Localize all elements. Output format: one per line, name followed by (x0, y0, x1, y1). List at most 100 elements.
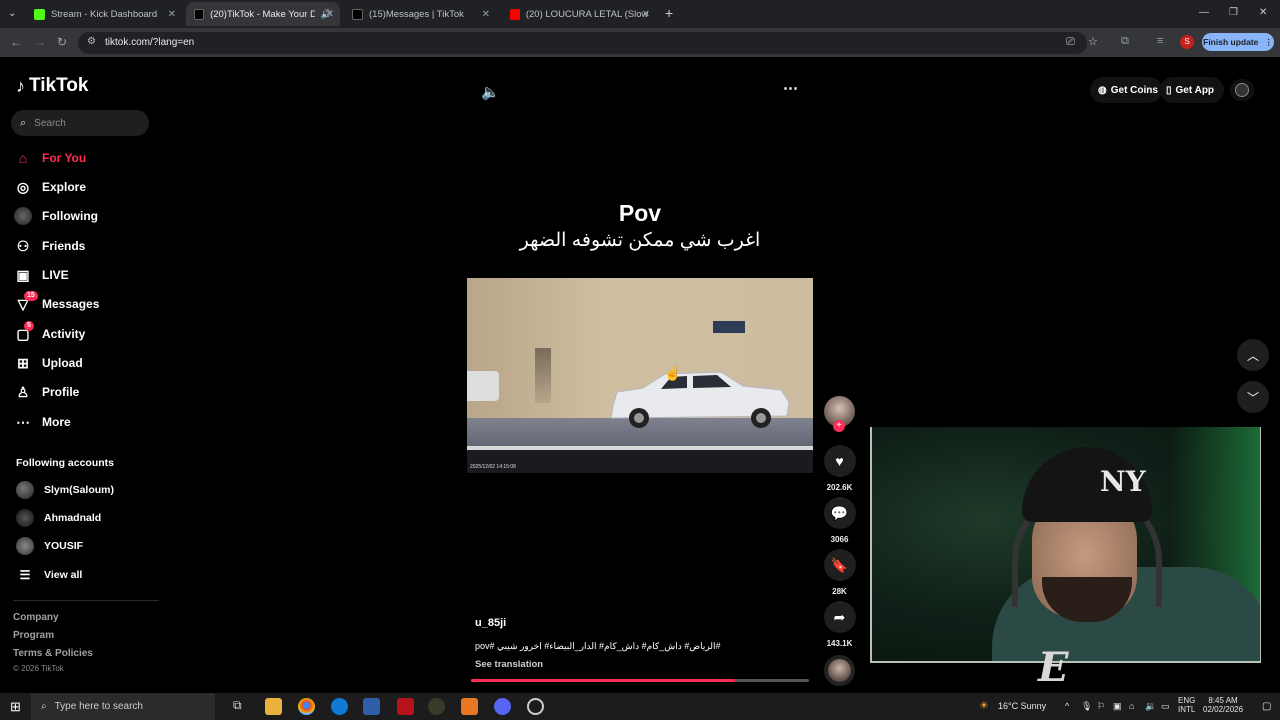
weather-text[interactable]: 16°C Sunny (998, 701, 1046, 711)
get-app-button[interactable]: ▯ Get App (1160, 77, 1224, 103)
app-icon[interactable] (397, 698, 414, 715)
avatar (16, 509, 34, 527)
task-view-icon[interactable]: ⧉ (233, 698, 250, 715)
more-options-icon[interactable]: ⋯ (783, 79, 798, 97)
avatar (1235, 83, 1249, 97)
taskbar-search-input[interactable]: ⌕ Type here to search (31, 693, 215, 720)
save-button[interactable]: 🔖 28K (823, 549, 856, 596)
volume-icon[interactable]: 🔉 (1145, 701, 1156, 712)
tab-media-icon[interactable]: ≡ (1157, 35, 1163, 47)
footer-link-program[interactable]: Program (13, 630, 54, 641)
extensions-icon[interactable]: ⧉ (1121, 35, 1129, 48)
language-indicator[interactable]: ENG INTL (1178, 696, 1195, 714)
comment-count: 3066 (830, 535, 849, 544)
close-icon[interactable]: ✕ (168, 9, 176, 20)
new-tab-icon[interactable]: + (665, 5, 673, 21)
install-app-icon[interactable]: ⎚ (1066, 36, 1075, 49)
user-avatar-button[interactable] (1230, 79, 1254, 101)
get-coins-button[interactable]: ◍ Get Coins (1090, 77, 1162, 103)
footer-link-company[interactable]: Company (13, 612, 59, 623)
chrome-icon[interactable] (298, 698, 315, 715)
tab-youtube-music[interactable]: (20) LOUCURA LETAL (Slowed) ✕ (502, 2, 656, 26)
search-input[interactable]: ⌕ Search (11, 110, 149, 136)
window-close-icon[interactable]: ✕ (1259, 7, 1267, 18)
messages-badge: 15 (24, 291, 38, 301)
following-account[interactable]: Ahmadnald (16, 508, 101, 528)
footer-link-terms[interactable]: Terms & Policies (13, 648, 93, 659)
windows-start-icon[interactable]: ⊞ (10, 699, 21, 715)
follow-plus-icon[interactable]: + (833, 420, 845, 432)
mute-icon[interactable]: 🔈 (481, 83, 500, 101)
battery-icon[interactable]: ▭ (1161, 701, 1170, 712)
share-count: 143.1K (826, 639, 853, 648)
tab-tiktok-messages[interactable]: (15)Messages | TikTok ✕ (344, 2, 496, 26)
browser-toolbar: ← → ↻ ⚙ tiktok.com/?lang=en ⎚ ☆ ⧉ ≡ S (0, 28, 1280, 57)
close-icon[interactable]: ✕ (482, 9, 490, 20)
sidebar-item-explore[interactable]: ◎ Explore (14, 176, 86, 198)
tab-search-icon[interactable]: ⌄ (8, 8, 16, 19)
like-count: 202.6K (826, 483, 853, 492)
video-timestamp: 2025/12/02 14:15:08 (470, 464, 516, 470)
finish-update-button[interactable]: Finish update ⋮ (1202, 33, 1274, 51)
following-account[interactable]: Slym(Saloum) (16, 480, 114, 500)
sidebar-item-activity[interactable]: ▢ 5 Activity (14, 321, 86, 345)
video-author[interactable]: u_85ji (475, 617, 506, 629)
sidebar-item-live[interactable]: ▣ LIVE (14, 264, 68, 286)
edge-icon[interactable] (331, 698, 348, 715)
view-all-link[interactable]: ☰ View all (16, 565, 83, 585)
sidebar-item-label: Activity (42, 327, 86, 341)
tray-icon[interactable]: ▣ (1113, 701, 1122, 712)
see-translation-link[interactable]: See translation (475, 659, 543, 670)
sidebar-item-label: Profile (42, 385, 80, 399)
video-street-sign (713, 321, 745, 333)
video-title: Pov (618, 200, 662, 226)
tab-tiktok-home[interactable]: (20)TikTok - Make Your Day 🔊 ✕ (186, 2, 340, 26)
comment-button[interactable]: 💬 3066 (823, 497, 856, 544)
minimize-icon[interactable]: — (1199, 7, 1209, 18)
avatar (16, 481, 34, 499)
clock[interactable]: 8:45 AM 02/02/2026 (1203, 696, 1243, 714)
notifications-icon[interactable]: ▢ (1262, 701, 1271, 712)
sidebar-item-friends[interactable]: ⚇ Friends (14, 235, 86, 257)
video-white-car (610, 371, 790, 428)
like-button[interactable]: ♥ 202.6K (823, 445, 856, 492)
app-icon[interactable] (461, 698, 478, 715)
video-subtitle: اغرب شي ممكن تشوفه الضهر (519, 230, 761, 251)
app-icon[interactable] (363, 698, 380, 715)
obs-icon[interactable] (527, 698, 544, 715)
following-account[interactable]: YOUSIF (16, 536, 83, 556)
discord-icon[interactable] (494, 698, 511, 715)
sidebar-item-upload[interactable]: ⊞ Upload (14, 352, 83, 374)
forward-icon[interactable]: → (34, 35, 46, 49)
get-app-label: Get App (1175, 84, 1215, 96)
video-progress-bar[interactable] (471, 679, 809, 682)
app-icon[interactable] (428, 698, 445, 715)
sidebar-item-profile[interactable]: ♙ Profile (14, 381, 80, 403)
sidebar-item-for-you[interactable]: ⌂ For You (14, 147, 86, 169)
sidebar-item-following[interactable]: Following (14, 205, 98, 227)
reload-icon[interactable]: ↻ (57, 35, 67, 49)
back-icon[interactable]: ← (10, 35, 22, 49)
close-icon[interactable]: ✕ (642, 9, 650, 20)
sidebar-item-more[interactable]: ⋯ More (14, 411, 71, 433)
video-player[interactable]: 2025/12/02 14:15:08 (467, 278, 813, 473)
close-icon[interactable]: ✕ (326, 9, 334, 20)
sidebar-item-messages[interactable]: ▽ 15 Messages (14, 291, 99, 315)
microphone-icon[interactable]: 🎙 (1081, 701, 1092, 712)
next-video-button[interactable]: ﹀ (1237, 381, 1269, 413)
restore-icon[interactable]: ❐ (1229, 7, 1238, 18)
share-button[interactable]: ➦ 143.1K (823, 601, 856, 648)
site-info-icon[interactable]: ⚙ (87, 36, 96, 47)
music-disc-avatar[interactable] (824, 655, 855, 686)
file-explorer-icon[interactable] (265, 698, 282, 715)
address-bar[interactable]: ⚙ tiktok.com/?lang=en ⎚ ☆ (78, 32, 1098, 54)
tray-overflow-icon[interactable]: ^ (1065, 701, 1069, 711)
tray-icon[interactable]: ⚐ (1097, 701, 1105, 712)
tab-kick-dashboard[interactable]: Stream - Kick Dashboard ✕ (26, 2, 182, 26)
profile-avatar[interactable]: S (1180, 35, 1194, 49)
network-icon[interactable]: ⌂ (1129, 701, 1134, 711)
previous-video-button[interactable]: ︿ (1237, 339, 1269, 371)
tiktok-logo[interactable]: ♪ TikTok (16, 75, 88, 97)
sidebar-divider (13, 600, 159, 601)
bookmark-star-icon[interactable]: ☆ (1088, 35, 1098, 48)
